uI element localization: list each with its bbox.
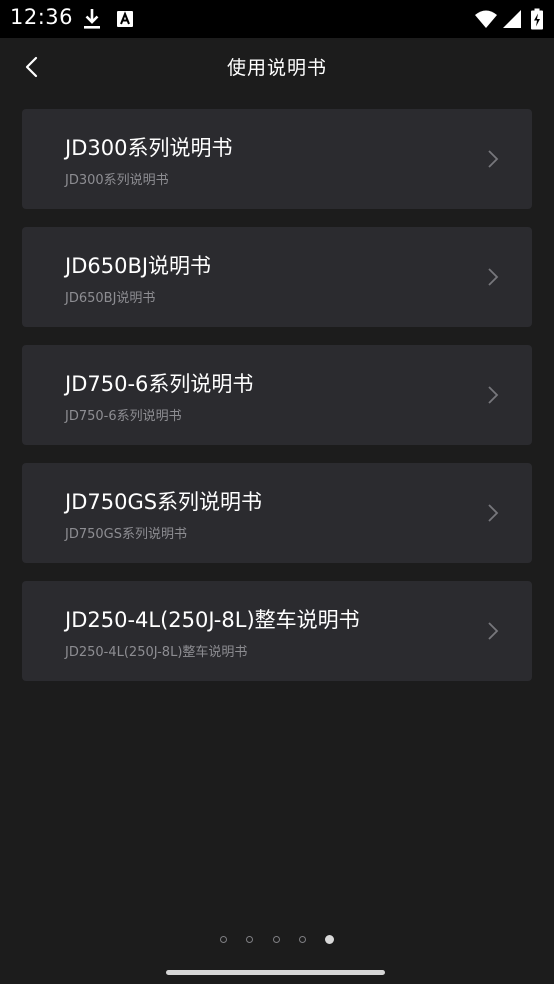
manual-item-jd750gs[interactable]: JD750GS系列说明书 JD750GS系列说明书	[22, 463, 532, 563]
status-time: 12:36	[10, 5, 74, 29]
chevron-right-icon	[488, 504, 499, 522]
signal-icon	[503, 10, 521, 28]
manual-title: JD750GS系列说明书	[65, 490, 263, 514]
page-indicator	[0, 929, 554, 944]
chevron-right-icon	[488, 150, 499, 168]
page-dot[interactable]	[298, 936, 306, 943]
manual-item-jd750-6[interactable]: JD750-6系列说明书 JD750-6系列说明书	[22, 345, 532, 445]
manual-subtitle: JD750-6系列说明书	[65, 409, 182, 424]
wifi-icon	[475, 10, 497, 28]
page-dot[interactable]	[246, 936, 254, 943]
manual-title: JD300系列说明书	[65, 136, 233, 160]
manual-item-jd300[interactable]: JD300系列说明书 JD300系列说明书	[22, 109, 532, 209]
home-indicator[interactable]	[166, 970, 385, 975]
page-dot-active[interactable]	[324, 935, 334, 944]
manual-title: JD250-4L(250J-8L)整车说明书	[65, 608, 360, 632]
manual-item-jd250-4l[interactable]: JD250-4L(250J-8L)整车说明书 JD250-4L(250J-8L)…	[22, 581, 532, 681]
page-dot[interactable]	[220, 936, 228, 943]
chevron-right-icon	[488, 622, 499, 640]
manual-title: JD750-6系列说明书	[65, 372, 254, 396]
manual-subtitle: JD750GS系列说明书	[65, 527, 187, 542]
chevron-right-icon	[488, 386, 499, 404]
page-title: 使用说明书	[226, 57, 327, 79]
download-icon	[84, 9, 100, 29]
battery-charging-icon	[531, 8, 543, 30]
app-header: 使用说明书	[0, 38, 554, 96]
font-a-icon	[117, 11, 133, 27]
manual-subtitle: JD300系列说明书	[65, 173, 169, 188]
chevron-right-icon	[488, 268, 499, 286]
manual-subtitle: JD650BJ说明书	[65, 291, 156, 306]
manual-title: JD650BJ说明书	[65, 254, 212, 278]
manual-subtitle: JD250-4L(250J-8L)整车说明书	[65, 645, 248, 660]
page-dot[interactable]	[272, 936, 280, 943]
manual-item-jd650bj[interactable]: JD650BJ说明书 JD650BJ说明书	[22, 227, 532, 327]
status-bar: 12:36	[0, 0, 554, 38]
manual-list: JD300系列说明书 JD300系列说明书 JD650BJ说明书 JD650BJ…	[22, 109, 532, 699]
